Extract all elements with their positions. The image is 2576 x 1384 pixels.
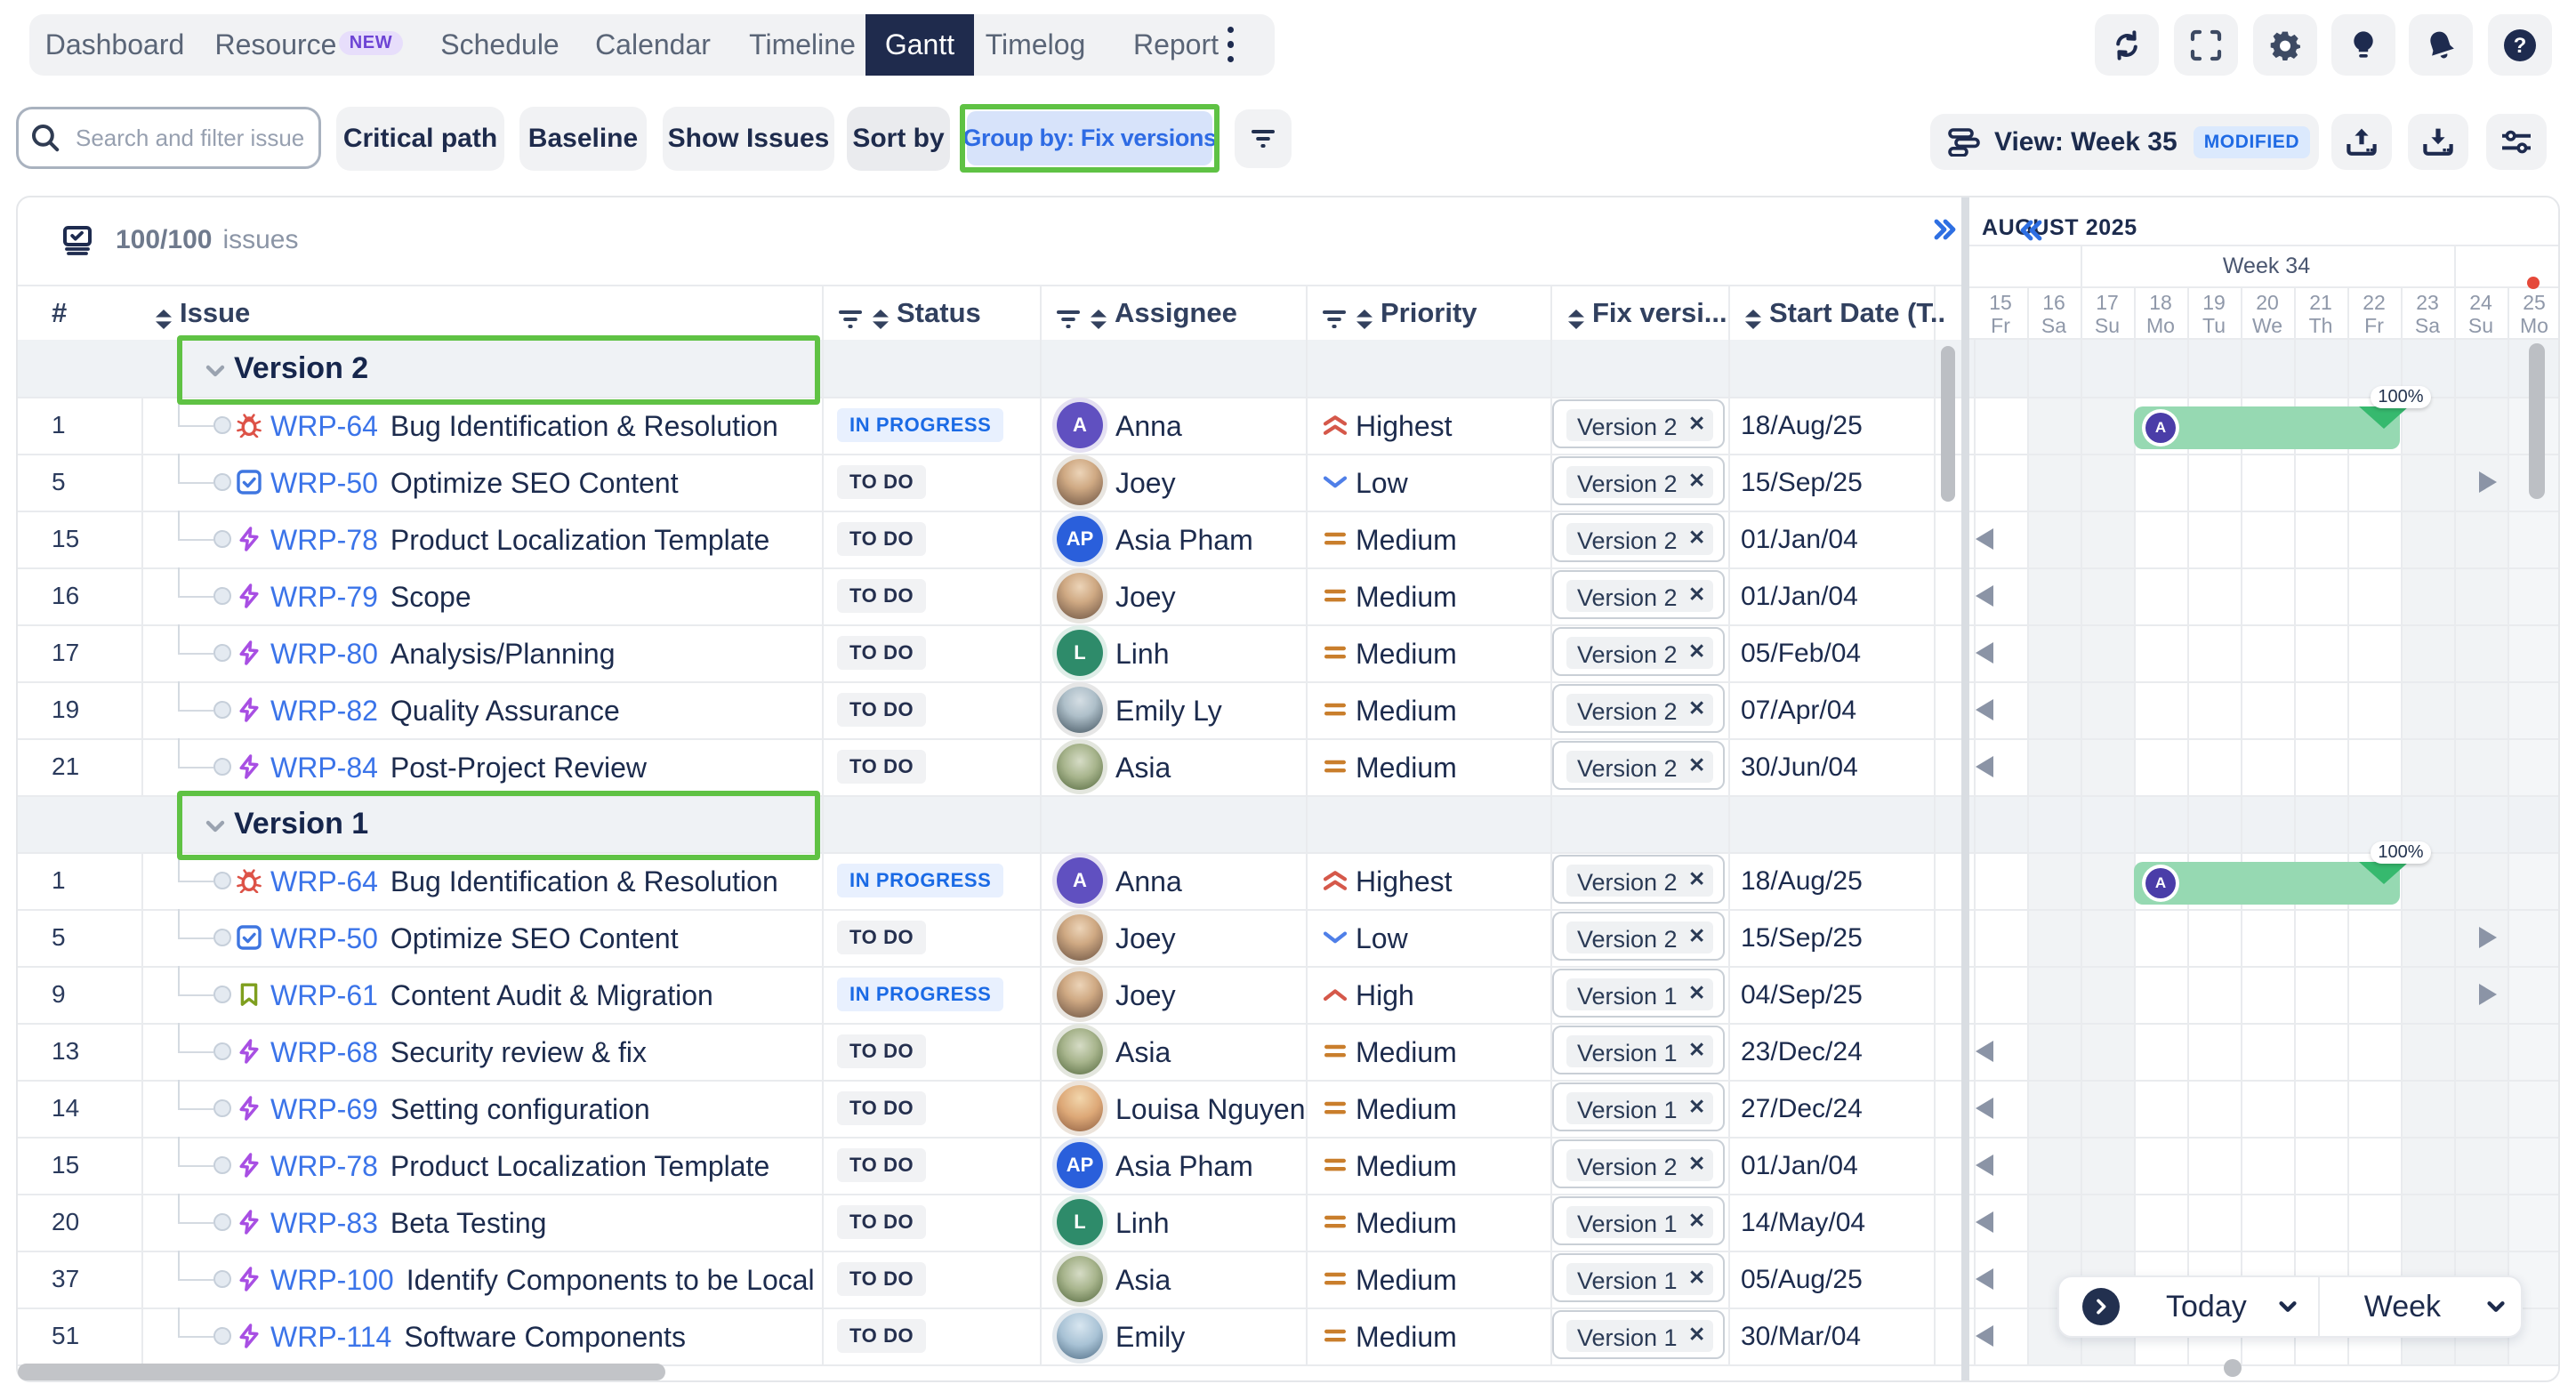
svg-text:?: ? [2514,34,2527,58]
